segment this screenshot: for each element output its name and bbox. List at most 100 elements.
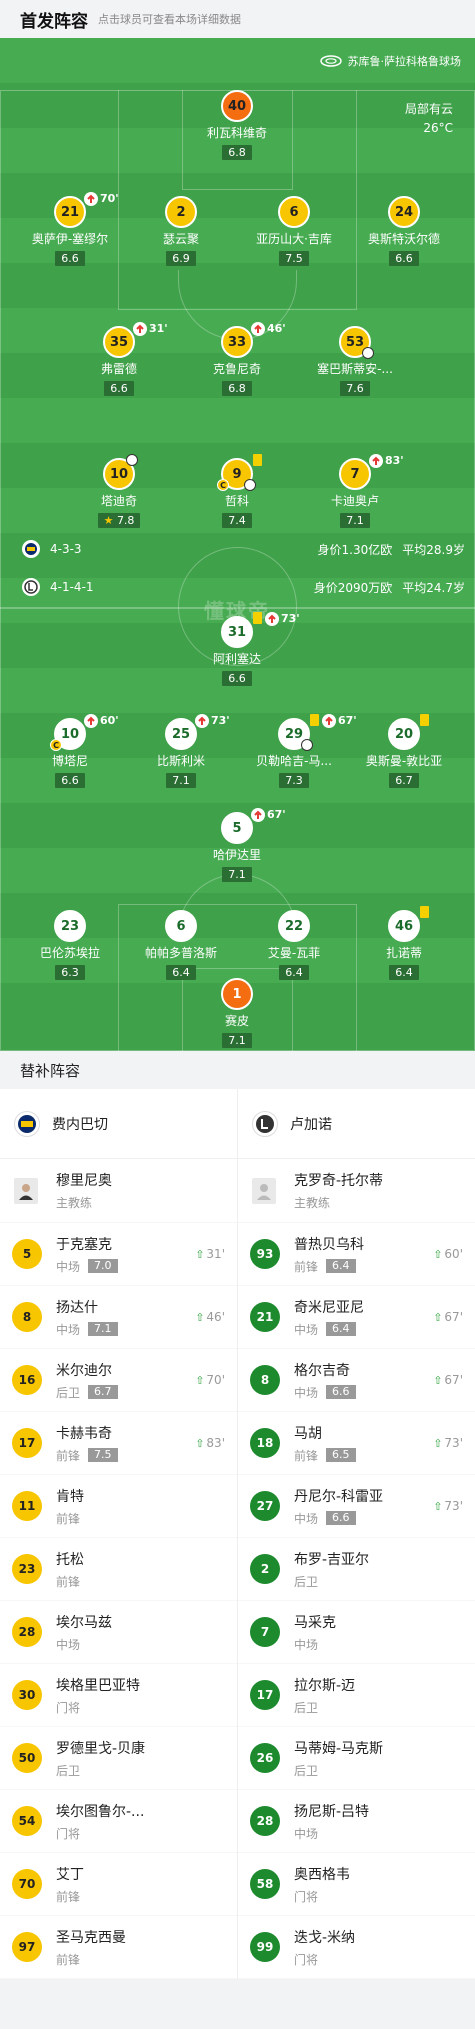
sub-player-row[interactable]: 27 丹尼尔-科雷亚 中场 6.6 ⇧ 73' <box>238 1475 475 1538</box>
player-position: 中场 <box>56 1259 81 1274</box>
player-name: 托松 <box>56 1551 84 1568</box>
stadium-icon <box>319 55 342 67</box>
sub-player-row[interactable]: 7 马采克 中场 <box>238 1601 475 1664</box>
player-away-st[interactable]: 31 73' 阿利塞达 6.6 <box>182 612 300 686</box>
sub-player-row[interactable]: 8 格尔吉奇 中场 6.6 ⇧ 67' <box>238 1349 475 1412</box>
player-away-cm2[interactable]: 29 67' 贝勒哈吉-马... 7.3 <box>239 714 357 788</box>
player-away-lm[interactable]: 10 60' C 博塔尼 6.6 <box>15 714 125 788</box>
fenerbahce-logo-icon <box>22 540 40 558</box>
player-name: 卡迪奥卢 <box>330 494 379 508</box>
player-position: 门将 <box>294 1889 319 1904</box>
goal-ball-icon <box>362 347 374 359</box>
sub-player-row[interactable]: 2 布罗-吉亚尔 后卫 <box>238 1538 475 1601</box>
team-name: 卢加诺 <box>290 1116 332 1133</box>
player-number: 21 <box>60 204 80 220</box>
sub-player-row[interactable]: 58 奥西格韦 门将 <box>238 1853 475 1916</box>
player-rating: 7.6 <box>340 381 370 396</box>
player-number: 1 <box>221 978 253 1010</box>
player-away-gk[interactable]: 1 赛皮 7.1 <box>182 978 292 1048</box>
player-position: 前锋 <box>294 1259 319 1274</box>
home-coach[interactable]: 穆里尼奥 主教练 <box>0 1159 237 1223</box>
captain-icon: C <box>217 479 229 491</box>
sub-player-row[interactable]: 17 拉尔斯-迈 后卫 <box>238 1664 475 1727</box>
player-home-cb2[interactable]: 6 亚历山大·吉库 7.5 <box>239 196 349 266</box>
sub-player-row[interactable]: 70 艾丁 前锋 <box>0 1853 237 1916</box>
sub-player-row[interactable]: 50 罗德里戈-贝康 后卫 <box>0 1727 237 1790</box>
sub-player-row[interactable]: 11 肯特 前锋 <box>0 1475 237 1538</box>
player-rating: 6.4 <box>389 965 419 980</box>
player-away-rb[interactable]: 46 扎诺蒂 6.4 <box>349 906 459 980</box>
player-home-st[interactable]: 9 C 哲科 7.4 <box>182 454 292 528</box>
player-name: 奥西格韦 <box>294 1866 350 1883</box>
sub-player-row[interactable]: 18 马胡 前锋 6.5 ⇧ 73' <box>238 1412 475 1475</box>
sub-player-row[interactable]: 93 普热贝乌科 前锋 6.4 ⇧ 60' <box>238 1223 475 1286</box>
goal-ball-icon <box>244 479 256 491</box>
sub-time: 73' <box>281 612 300 625</box>
player-number: 97 <box>12 1932 42 1962</box>
sub-time: 83' <box>385 454 404 467</box>
away-coach[interactable]: 克罗奇-托尔蒂 主教练 <box>238 1159 475 1223</box>
player-position: 门将 <box>56 1700 81 1715</box>
sub-time: 67' <box>267 808 286 821</box>
sub-out-icon <box>84 192 98 206</box>
sub-in-time: ⇧ 31' <box>195 1247 225 1261</box>
sub-player-row[interactable]: 54 埃尔图鲁尔-... 门将 <box>0 1790 237 1853</box>
player-number: 18 <box>250 1428 280 1458</box>
player-name: 马蒂姆-马克斯 <box>294 1740 384 1757</box>
player-name: 艾丁 <box>56 1866 84 1883</box>
player-name: 马采克 <box>294 1614 336 1631</box>
sub-player-row[interactable]: 17 卡赫韦奇 前锋 7.5 ⇧ 83' <box>0 1412 237 1475</box>
player-position: 中场 <box>294 1511 319 1526</box>
player-home-rb[interactable]: 24 奥斯特沃尔德 6.6 <box>349 196 459 266</box>
sub-in-time: ⇧ 60' <box>433 1247 463 1261</box>
player-name: 卡赫韦奇 <box>56 1425 112 1442</box>
player-home-cm3[interactable]: 53 塞巴斯蒂安-... 7.6 <box>300 326 410 396</box>
player-home-rw[interactable]: 7 83' 卡迪奥卢 7.1 <box>300 454 410 528</box>
sub-player-row[interactable]: 28 扬尼斯-吕特 中场 <box>238 1790 475 1853</box>
player-rating: 7.5 <box>88 1448 118 1462</box>
player-name: 哈伊达里 <box>212 848 261 862</box>
player-rating: 6.6 <box>326 1385 356 1399</box>
sub-player-row[interactable]: 23 托松 前锋 <box>0 1538 237 1601</box>
sub-player-row[interactable]: 99 迭戈-米纳 门将 <box>238 1916 475 1979</box>
away-team-info: 4-1-4-1 身价2090万欧 平均24.7岁 <box>22 578 465 596</box>
sub-player-row[interactable]: 16 米尔迪尔 后卫 6.7 ⇧ 70' <box>0 1349 237 1412</box>
player-position: 后卫 <box>294 1763 319 1778</box>
sub-player-row[interactable]: 26 马蒂姆-马克斯 后卫 <box>238 1727 475 1790</box>
sub-player-row[interactable]: 21 奇米尼亚尼 中场 6.4 ⇧ 67' <box>238 1286 475 1349</box>
home-formation: 4-3-3 <box>50 542 82 556</box>
home-value: 身价1.30亿欧 <box>317 542 393 557</box>
player-name: 拉尔斯-迈 <box>294 1677 356 1694</box>
player-rating: 6.7 <box>88 1385 118 1399</box>
sub-in-icon: ⇧ <box>433 1247 443 1261</box>
player-name: 巴伦苏埃拉 <box>39 946 100 960</box>
player-name: 阿利塞达 <box>212 652 261 666</box>
sub-in-icon: ⇧ <box>433 1499 443 1513</box>
player-number: 17 <box>250 1680 280 1710</box>
sub-player-row[interactable]: 30 埃格里巴亚特 门将 <box>0 1664 237 1727</box>
sub-out-icon <box>84 714 98 728</box>
coach-avatar <box>252 1177 276 1204</box>
player-position: 门将 <box>56 1826 81 1841</box>
player-away-cb1[interactable]: 6 帕帕多普洛斯 6.4 <box>126 910 236 980</box>
player-home-cb1[interactable]: 2 瑟云聚 6.9 <box>126 196 236 266</box>
player-home-cm2[interactable]: 33 46' 克鲁尼奇 6.8 <box>182 322 292 396</box>
away-subs-team: 卢加诺 <box>238 1089 475 1159</box>
sub-player-row[interactable]: 8 扬达什 中场 7.1 ⇧ 46' <box>0 1286 237 1349</box>
player-away-cb2[interactable]: 22 艾曼-瓦菲 6.4 <box>239 910 349 980</box>
player-away-lb[interactable]: 23 巴伦苏埃拉 6.3 <box>15 910 125 980</box>
sub-out-icon <box>322 714 336 728</box>
sub-in-icon: ⇧ <box>195 1247 205 1261</box>
player-home-lb[interactable]: 21 70' 奥萨伊-塞缪尔 6.6 <box>15 192 125 266</box>
home-team-info: 4-3-3 身价1.30亿欧 平均28.9岁 <box>22 540 465 558</box>
sub-player-row[interactable]: 5 于克塞克 中场 7.0 ⇧ 31' <box>0 1223 237 1286</box>
player-away-rm[interactable]: 20 奥斯曼-敦比亚 6.7 <box>349 714 459 788</box>
player-home-cm1[interactable]: 35 31' 弗雷德 6.6 <box>64 322 174 396</box>
player-away-dm[interactable]: 5 67' 哈伊达里 7.1 <box>182 808 292 882</box>
player-home-lw[interactable]: 10 塔迪奇 ★ 7.8 <box>64 454 174 528</box>
sub-player-row[interactable]: 97 圣马克西曼 前锋 <box>0 1916 237 1979</box>
player-name: 扬尼斯-吕特 <box>294 1803 370 1820</box>
sub-player-row[interactable]: 28 埃尔马兹 中场 <box>0 1601 237 1664</box>
player-away-cm1[interactable]: 25 73' 比斯利米 7.1 <box>126 714 236 788</box>
player-home-gk[interactable]: 40 利瓦科维奇 6.8 <box>182 90 292 160</box>
